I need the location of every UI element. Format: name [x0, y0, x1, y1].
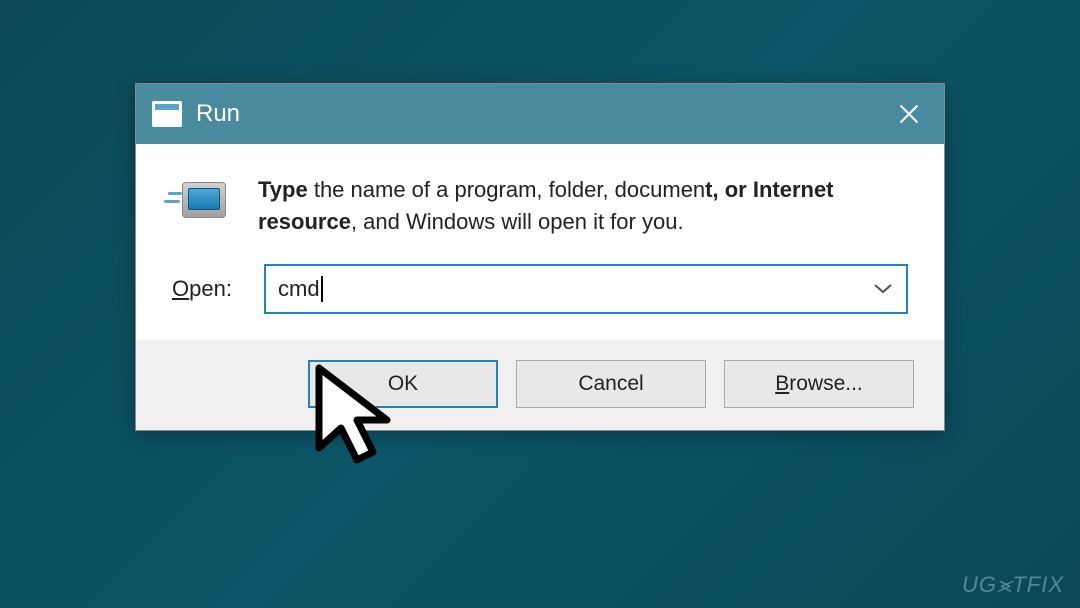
dialog-title: Run: [196, 100, 240, 128]
button-bar: OK Cancel Browse...: [136, 340, 944, 430]
dialog-body: Type the name of a program, folder, docu…: [136, 144, 944, 340]
command-combobox[interactable]: cmd: [264, 264, 908, 314]
watermark: UG⪤TFIX: [962, 572, 1064, 598]
titlebar[interactable]: Run: [136, 84, 944, 144]
browse-button-label: Browse...: [775, 372, 863, 396]
ok-button[interactable]: OK: [308, 360, 498, 408]
run-program-icon: [172, 174, 234, 230]
close-icon: [899, 104, 919, 124]
command-input-value: cmd: [278, 276, 320, 302]
instruction-text: Type the name of a program, folder, docu…: [258, 174, 908, 238]
run-title-icon: [152, 101, 182, 127]
browse-button[interactable]: Browse...: [724, 360, 914, 408]
close-button[interactable]: [874, 84, 944, 144]
run-dialog: Run Type the name of a program, folder, …: [135, 83, 945, 431]
cancel-button[interactable]: Cancel: [516, 360, 706, 408]
cancel-button-label: Cancel: [578, 372, 643, 396]
chevron-down-icon[interactable]: [874, 284, 892, 294]
text-cursor: [321, 276, 323, 302]
open-label: Open:: [172, 276, 244, 302]
ok-button-label: OK: [388, 372, 418, 396]
instruction-row: Type the name of a program, folder, docu…: [172, 174, 908, 238]
input-row: Open: cmd: [172, 264, 908, 314]
